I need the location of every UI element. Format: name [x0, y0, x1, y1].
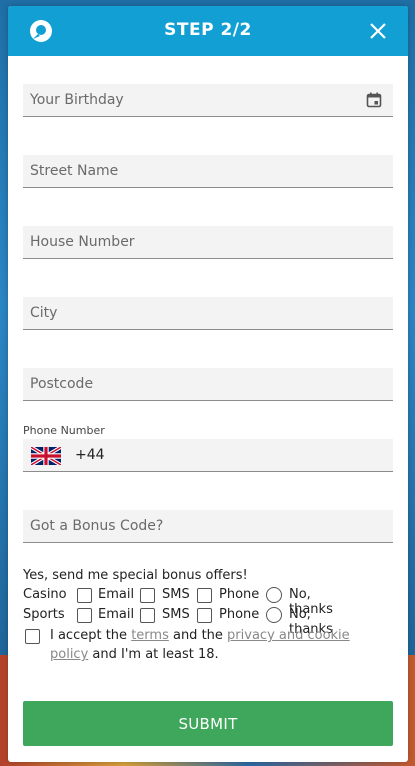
city-field[interactable]: [23, 297, 393, 330]
sports-email-checkbox[interactable]: [77, 608, 92, 623]
casino-label: Casino: [23, 587, 67, 602]
birthday-input[interactable]: [23, 84, 360, 116]
uk-flag-icon[interactable]: [31, 447, 61, 465]
sports-sms-checkbox[interactable]: [140, 608, 155, 623]
phone-number-field[interactable]: +44: [23, 439, 393, 472]
offers-title: Yes, send me special bonus offers!: [23, 568, 248, 583]
house-number-field[interactable]: [23, 226, 393, 259]
casino-phone-label: Phone: [219, 587, 260, 602]
street-name-field[interactable]: [23, 155, 393, 188]
birthday-field[interactable]: [23, 84, 393, 117]
sports-phone-checkbox[interactable]: [197, 608, 212, 623]
terms-middle: and the: [168, 628, 228, 643]
registration-modal: STEP 2/2 Phone Number: [8, 6, 408, 762]
casino-sms-checkbox[interactable]: [140, 588, 155, 603]
casino-email-label: Email: [98, 587, 135, 602]
modal-title: STEP 2/2: [164, 20, 252, 40]
close-icon[interactable]: [368, 21, 388, 41]
sports-no-thanks-radio[interactable]: [266, 607, 282, 623]
terms-prefix: I accept the: [50, 628, 132, 643]
phone-number-label: Phone Number: [23, 424, 105, 437]
casino-email-checkbox[interactable]: [77, 588, 92, 603]
terms-suffix: and I'm at least 18.: [88, 647, 219, 662]
sports-email-label: Email: [98, 607, 135, 622]
casino-phone-checkbox[interactable]: [197, 588, 212, 603]
postcode-field[interactable]: [23, 368, 393, 401]
sports-label: Sports: [23, 607, 65, 622]
phone-prefix[interactable]: +44: [75, 447, 105, 463]
bonus-code-input[interactable]: [23, 510, 360, 542]
sports-sms-label: SMS: [162, 607, 190, 622]
terms-text: I accept the terms and the privacy and c…: [50, 626, 390, 664]
calendar-icon[interactable]: [366, 92, 382, 108]
house-number-input[interactable]: [23, 226, 360, 258]
sports-phone-label: Phone: [219, 607, 260, 622]
submit-button[interactable]: SUBMIT: [23, 701, 393, 746]
postcode-input[interactable]: [23, 368, 360, 400]
terms-checkbox[interactable]: [25, 629, 40, 644]
street-name-input[interactable]: [23, 155, 360, 187]
city-input[interactable]: [23, 297, 360, 329]
terms-link[interactable]: terms: [131, 628, 169, 643]
bonus-code-field[interactable]: [23, 510, 393, 543]
modal-header: STEP 2/2: [8, 6, 408, 56]
casino-no-thanks-radio[interactable]: [266, 587, 282, 603]
casino-sms-label: SMS: [162, 587, 190, 602]
